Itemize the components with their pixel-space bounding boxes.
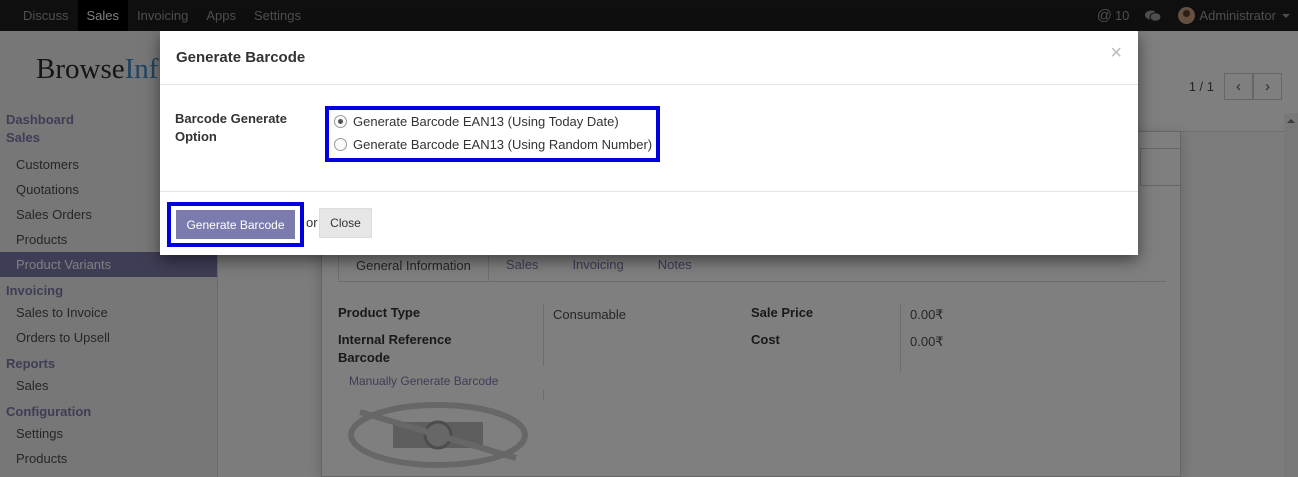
generate-barcode-button[interactable]: Generate Barcode (176, 210, 295, 239)
generate-barcode-dialog: Generate Barcode × Barcode Generate Opti… (160, 31, 1138, 255)
or-text: or (306, 215, 318, 230)
radio-label-today-date[interactable]: Generate Barcode EAN13 (Using Today Date… (353, 114, 619, 129)
dialog-title: Generate Barcode (176, 49, 306, 66)
close-button[interactable]: Close (319, 208, 372, 238)
radio-button-checked[interactable] (334, 115, 347, 128)
dialog-body: Barcode Generate Option Generate Barcode… (160, 85, 1138, 192)
radio-label-random-number[interactable]: Generate Barcode EAN13 (Using Random Num… (353, 137, 652, 152)
radio-button[interactable] (334, 138, 347, 151)
radio-option-random-number[interactable]: Generate Barcode EAN13 (Using Random Num… (334, 137, 652, 152)
radio-option-today-date[interactable]: Generate Barcode EAN13 (Using Today Date… (334, 114, 619, 129)
barcode-option-label: Barcode Generate Option (175, 111, 287, 144)
generate-button-highlight: Generate Barcode (167, 202, 304, 247)
close-icon[interactable]: × (1110, 43, 1122, 63)
dialog-header: Generate Barcode × (160, 31, 1138, 85)
dialog-footer: Generate Barcode or Close (160, 192, 1138, 254)
barcode-option-radio-group: Generate Barcode EAN13 (Using Today Date… (325, 106, 660, 162)
